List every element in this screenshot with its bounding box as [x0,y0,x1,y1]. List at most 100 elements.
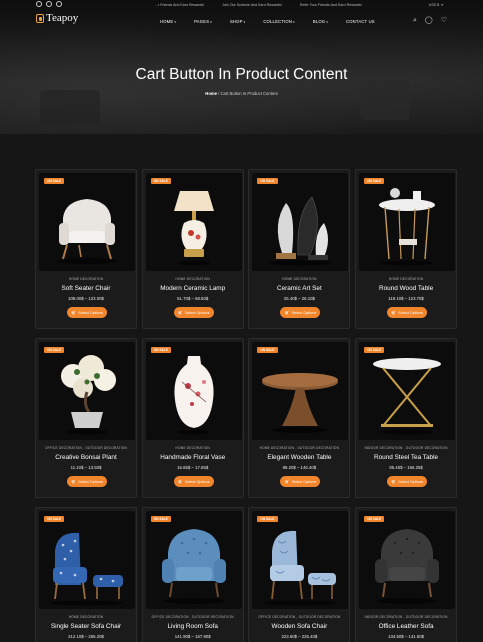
teapot-logo-icon [36,13,44,23]
product-card[interactable]: ON SALE OFFICE DECORATION , OUTDOOR DECO… [141,507,244,642]
product-name[interactable]: Wooden Sofa Chair [249,623,349,630]
cart-icon: 🛒︎ [71,479,77,484]
product-name[interactable]: Soft Seater Chair [36,285,136,292]
main-nav: HOME▾ PAGES▾ SHOP▾ COLLECTION▾ BLOG▾ CON… [160,19,375,24]
product-name[interactable]: Modern Ceramic Lamp [143,285,243,292]
nav-item-contact[interactable]: CONTACT US [346,19,375,24]
brand-name: Teapoy [46,12,79,24]
promo-text: Join Our Scheme And Earn Rewards! [222,2,282,7]
product-name[interactable]: Single Seater Sofa Chair [36,623,136,630]
product-category[interactable]: OFFICE DECORATION , OUTDOOR DECORATION [249,615,349,619]
product-image[interactable]: ON SALE [39,173,135,271]
select-options-label: Select Options [398,479,423,484]
product-card[interactable]: ON SALE HOME DECORATION Handmade Floral … [141,338,244,498]
product-name[interactable]: Handmade Floral Vase [143,454,243,461]
search-icon[interactable]: ⌕ [413,17,417,24]
product-category[interactable]: HOME DECORATION [143,446,243,450]
product-category[interactable]: INDOOR DECORATION , OUTDOOR DECORATION [356,615,456,619]
product-card[interactable]: ON SALE INDOOR DECORATION , OUTDOOR DECO… [355,338,458,498]
product-image[interactable]: ON SALE [252,342,349,440]
product-category[interactable]: HOME DECORATION [249,277,349,281]
chevron-down-icon: ▾ [243,20,246,24]
facebook-icon[interactable] [36,1,42,7]
product-name[interactable]: Elegant Wooden Table [249,454,349,461]
product-category[interactable]: HOME DECORATION [36,615,136,619]
select-options-button[interactable]: 🛒︎ Select Options [67,307,107,318]
user-icon[interactable]: ◯ [425,17,433,24]
announcement-bar: ...r Friends And Earn Rewards! Join Our … [0,0,483,9]
sale-badge: ON SALE [150,347,171,353]
product-category[interactable]: HOME DECORATION [356,277,456,281]
select-options-button[interactable]: 🛒︎ Select Options [280,307,321,318]
product-card[interactable]: ON SALE INDOOR DECORATION , OUTDOOR DECO… [355,507,458,642]
product-category[interactable]: HOME DECORATION , OUTDOOR DECORATION [249,446,349,450]
currency-selector[interactable]: USD $ ▾ [429,3,443,7]
product-image[interactable]: ON SALE [359,173,456,271]
product-card[interactable]: ON SALE HOME DECORATION Round Wood Table… [355,169,458,329]
product-name[interactable]: Round Wood Table [356,285,456,292]
product-category[interactable]: HOME DECORATION [36,277,136,281]
brand-logo[interactable]: Teapoy [36,12,78,24]
breadcrumb-home[interactable]: Home [205,91,217,96]
product-image[interactable]: ON SALE [359,511,456,609]
product-image[interactable]: ON SALE [359,342,456,440]
nav-item-collection[interactable]: COLLECTION▾ [263,19,294,24]
blue-chair-ottoman-illustration [51,532,123,606]
product-image[interactable]: ON SALE [145,511,242,609]
chevron-down-icon: ▾ [293,20,295,24]
product-name[interactable]: Creative Bonsai Plant [36,454,136,461]
breadcrumb-current: Cart Button In Product Content [220,91,278,96]
armchair-white-illustration [57,199,117,264]
product-card[interactable]: ON SALE OFFICE DECORATION , OUTDOOR DECO… [35,338,137,498]
chevron-down-icon: ▾ [326,20,328,24]
chevron-down-icon: ▾ [210,20,212,24]
select-options-button[interactable]: 🛒︎ Select Options [387,476,428,487]
nav-item-shop[interactable]: SHOP▾ [230,19,245,24]
product-image[interactable]: ON SALE [39,511,135,609]
product-category[interactable]: HOME DECORATION [143,277,243,281]
product-image[interactable]: ON SALE [252,173,349,271]
nav-item-pages[interactable]: PAGES▾ [194,19,212,24]
promo-ticker: ...r Friends And Earn Rewards! Join Our … [155,3,362,7]
product-card[interactable]: ON SALE HOME DECORATION , OUTDOOR DECORA… [248,338,351,498]
select-options-button[interactable]: 🛒︎ Select Options [173,476,214,487]
heart-icon[interactable]: ♡ [441,17,447,24]
product-card[interactable]: ON SALE HOME DECORATION Single Seater So… [35,507,137,642]
product-card[interactable]: ON SALE OFFICE DECORATION , OUTDOOR DECO… [248,507,351,642]
product-price: 11.10$ – 13.50$ [70,465,102,470]
product-category[interactable]: OFFICE DECORATION , OUTDOOR DECORATION [36,446,136,450]
product-category[interactable]: INDOOR DECORATION , OUTDOOR DECORATION [356,446,456,450]
select-options-label: Select Options [78,310,103,315]
nav-item-home[interactable]: HOME▾ [160,19,176,24]
product-name[interactable]: Living Room Sofa [143,623,243,630]
product-image[interactable]: ON SALE [39,342,135,440]
product-name[interactable]: Ceramic Art Set [249,285,349,292]
promo-text: Refer Your Friends And Earn Rewards! [299,2,362,7]
select-options-button[interactable]: 🛒︎ Select Options [173,307,214,318]
wood-table-illustration [262,373,339,433]
product-price: 25.40$ – 26.10$ [283,296,315,301]
sale-badge: ON SALE [150,178,171,184]
select-options-label: Select Options [78,479,103,484]
nav-item-blog[interactable]: BLOG▾ [313,19,328,24]
select-options-label: Select Options [398,310,423,315]
product-card[interactable]: ON SALE HOME DECORATION Soft Seater Chai… [35,169,137,329]
product-image[interactable]: ON SALE [145,173,242,271]
whatsapp-icon[interactable] [56,1,62,7]
product-name[interactable]: Round Steel Tea Table [356,454,456,461]
product-name[interactable]: Office Leather Sofa [356,623,456,630]
product-image[interactable]: ON SALE [252,511,349,609]
select-options-button[interactable]: 🛒︎ Select Options [67,476,107,487]
product-category[interactable]: OFFICE DECORATION , OUTDOOR DECORATION [143,615,243,619]
currency-label: USD $ [428,2,440,7]
product-card[interactable]: ON SALE HOME DECORATION Ceramic Art Set … [248,169,351,329]
hero-background-chair [360,80,410,120]
sale-badge: ON SALE [44,347,65,353]
instagram-icon[interactable] [46,1,52,7]
product-image[interactable]: ON SALE [145,342,242,440]
product-price: 85.45$ – 156.25$ [389,465,423,470]
sale-badge: ON SALE [44,178,65,184]
select-options-button[interactable]: 🛒︎ Select Options [387,307,428,318]
select-options-button[interactable]: 🛒︎ Select Options [280,476,321,487]
product-card[interactable]: ON SALE HOME DECORATION Modern Ceramic L… [141,169,244,329]
